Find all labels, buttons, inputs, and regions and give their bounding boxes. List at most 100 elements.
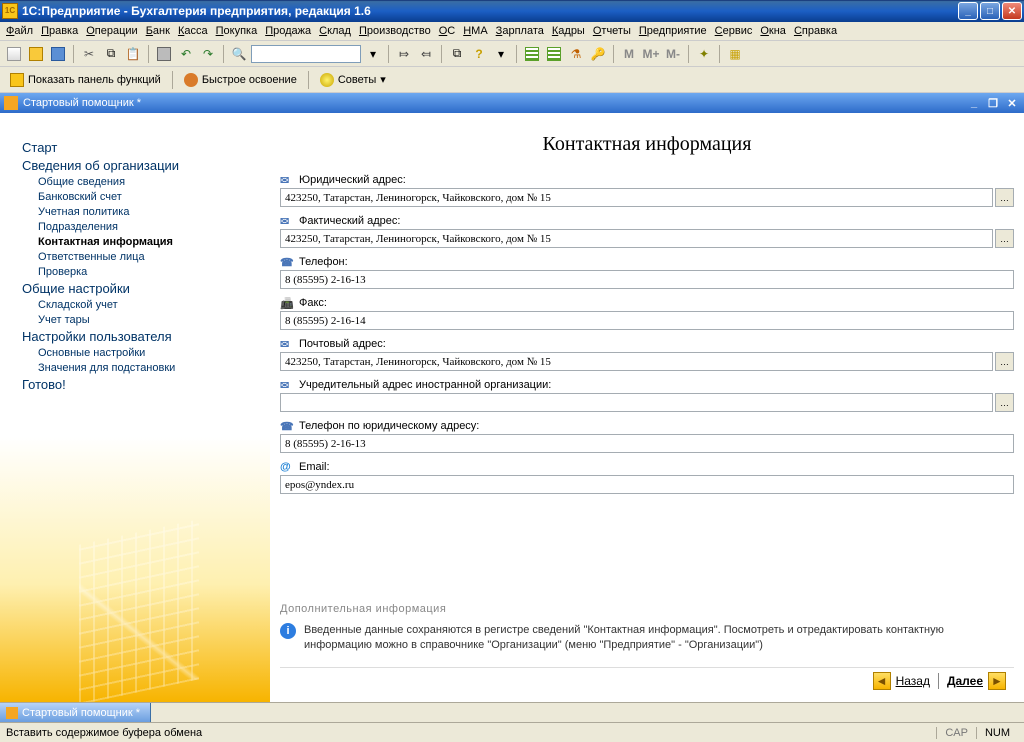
nav-item-13[interactable]: Основные настройки	[38, 347, 256, 359]
field-ellipsis-button-1[interactable]: …	[995, 229, 1014, 248]
chevron-down-icon: ▾	[380, 73, 386, 86]
copy-special-button[interactable]: ⧉	[447, 44, 467, 64]
menu-окна[interactable]: Окна	[760, 25, 786, 37]
field-label-text-6: Телефон по юридическому адресу:	[299, 420, 479, 432]
undo-button[interactable]: ↶	[176, 44, 196, 64]
minimize-button[interactable]: _	[958, 2, 978, 20]
search-input[interactable]	[251, 45, 361, 63]
next-button[interactable]: Далее ►	[947, 672, 1006, 690]
menu-зарплата[interactable]: Зарплата	[496, 25, 544, 37]
find-next-button[interactable]: ⤇	[394, 44, 414, 64]
field-input-0[interactable]	[280, 188, 993, 207]
wizard-footer: ◄ Назад Далее ►	[280, 667, 1014, 694]
nav-category-15[interactable]: Готово!	[22, 377, 256, 392]
copy-button[interactable]: ⧉	[101, 44, 121, 64]
menu-сервис[interactable]: Сервис	[715, 25, 753, 37]
menu-нма[interactable]: НМА	[463, 25, 487, 37]
save-button[interactable]	[48, 44, 68, 64]
find-button[interactable]: 🔍	[229, 44, 249, 64]
config-button[interactable]: ▦	[725, 44, 745, 64]
print-button[interactable]	[154, 44, 174, 64]
nav-item-8[interactable]: Проверка	[38, 266, 256, 278]
separator	[172, 71, 173, 89]
dropdown2-button[interactable]: ▾	[491, 44, 511, 64]
menu-производство[interactable]: Производство	[359, 25, 431, 37]
field-input-3[interactable]	[280, 311, 1014, 330]
next-label: Далее	[947, 674, 983, 688]
maximize-button[interactable]: □	[980, 2, 1000, 20]
menu-предприятие[interactable]: Предприятие	[639, 25, 707, 37]
subwindow-close-button[interactable]: ✕	[1004, 96, 1020, 110]
field-input-5[interactable]	[280, 393, 993, 412]
field-input-4[interactable]	[280, 352, 993, 371]
help-button[interactable]: ?	[469, 44, 489, 64]
close-button[interactable]: ✕	[1002, 2, 1022, 20]
menu-операции[interactable]: Операции	[86, 25, 137, 37]
nav-item-5[interactable]: Подразделения	[38, 221, 256, 233]
quick-learn-button[interactable]: Быстрое освоение	[178, 70, 303, 90]
field-label-2: ☎Телефон:	[280, 256, 1014, 268]
menu-покупка[interactable]: Покупка	[216, 25, 258, 37]
field-row-4: ✉Почтовый адрес:…	[280, 338, 1014, 371]
grid1-button[interactable]	[522, 44, 542, 64]
new-doc-button[interactable]	[4, 44, 24, 64]
field-input-1[interactable]	[280, 229, 993, 248]
m-button[interactable]: M	[619, 44, 639, 64]
form-panel: Контактная информация ✉Юридический адрес…	[270, 113, 1024, 702]
subwindow-restore-button[interactable]: ❐	[985, 96, 1001, 110]
subwindow-minimize-button[interactable]: _	[966, 96, 982, 110]
separator	[308, 71, 309, 89]
open-button[interactable]	[26, 44, 46, 64]
nav-item-14[interactable]: Значения для подстановки	[38, 362, 256, 374]
tips-button[interactable]: Советы ▾	[314, 70, 392, 90]
paste-button[interactable]: 📋	[123, 44, 143, 64]
show-functions-panel-button[interactable]: Показать панель функций	[4, 70, 167, 90]
menu-ос[interactable]: ОС	[439, 25, 456, 37]
nav-category-9[interactable]: Общие настройки	[22, 281, 256, 296]
m-plus-button[interactable]: M+	[641, 44, 661, 64]
separator	[73, 45, 74, 63]
settings-button[interactable]: ✦	[694, 44, 714, 64]
nav-item-2[interactable]: Общие сведения	[38, 176, 256, 188]
field-label-5: ✉Учредительный адрес иностранной организ…	[280, 379, 1014, 391]
nav-item-7[interactable]: Ответственные лица	[38, 251, 256, 263]
nav-item-10[interactable]: Складской учет	[38, 299, 256, 311]
redo-button[interactable]: ↷	[198, 44, 218, 64]
menu-склад[interactable]: Склад	[319, 25, 351, 37]
util2-button[interactable]: 🔑	[588, 44, 608, 64]
menu-банк[interactable]: Банк	[146, 25, 170, 37]
field-input-2[interactable]	[280, 270, 1014, 289]
nav-category-0[interactable]: Старт	[22, 140, 256, 155]
util1-button[interactable]: ⚗	[566, 44, 586, 64]
menu-касса[interactable]: Касса	[178, 25, 208, 37]
nav-item-11[interactable]: Учет тары	[38, 314, 256, 326]
back-button[interactable]: ◄ Назад	[873, 672, 930, 690]
find-prev-button[interactable]: ⤆	[416, 44, 436, 64]
menu-справка[interactable]: Справка	[794, 25, 837, 37]
window-tab-wizard[interactable]: Стартовый помощник *	[0, 703, 151, 722]
m-minus-button[interactable]: M-	[663, 44, 683, 64]
field-ellipsis-button-5[interactable]: …	[995, 393, 1014, 412]
nav-item-6[interactable]: Контактная информация	[38, 236, 256, 248]
field-ellipsis-button-0[interactable]: …	[995, 188, 1014, 207]
nav-item-3[interactable]: Банковский счет	[38, 191, 256, 203]
menu-кадры[interactable]: Кадры	[552, 25, 585, 37]
status-cap: CAP	[936, 727, 976, 739]
menu-файл[interactable]: Файл	[6, 25, 33, 37]
field-ellipsis-button-4[interactable]: …	[995, 352, 1014, 371]
nav-category-1[interactable]: Сведения об организации	[22, 158, 256, 173]
nav-category-12[interactable]: Настройки пользователя	[22, 329, 256, 344]
nav-item-4[interactable]: Учетная политика	[38, 206, 256, 218]
field-label-text-1: Фактический адрес:	[299, 215, 400, 227]
field-label-6: ☎Телефон по юридическому адресу:	[280, 420, 1014, 432]
cut-button[interactable]: ✂	[79, 44, 99, 64]
separator	[516, 45, 517, 63]
dropdown-button[interactable]: ▾	[363, 44, 383, 64]
separator	[719, 45, 720, 63]
grid2-button[interactable]	[544, 44, 564, 64]
menu-правка[interactable]: Правка	[41, 25, 78, 37]
menu-отчеты[interactable]: Отчеты	[593, 25, 631, 37]
menu-продажа[interactable]: Продажа	[265, 25, 311, 37]
field-input-7[interactable]	[280, 475, 1014, 494]
field-input-6[interactable]	[280, 434, 1014, 453]
